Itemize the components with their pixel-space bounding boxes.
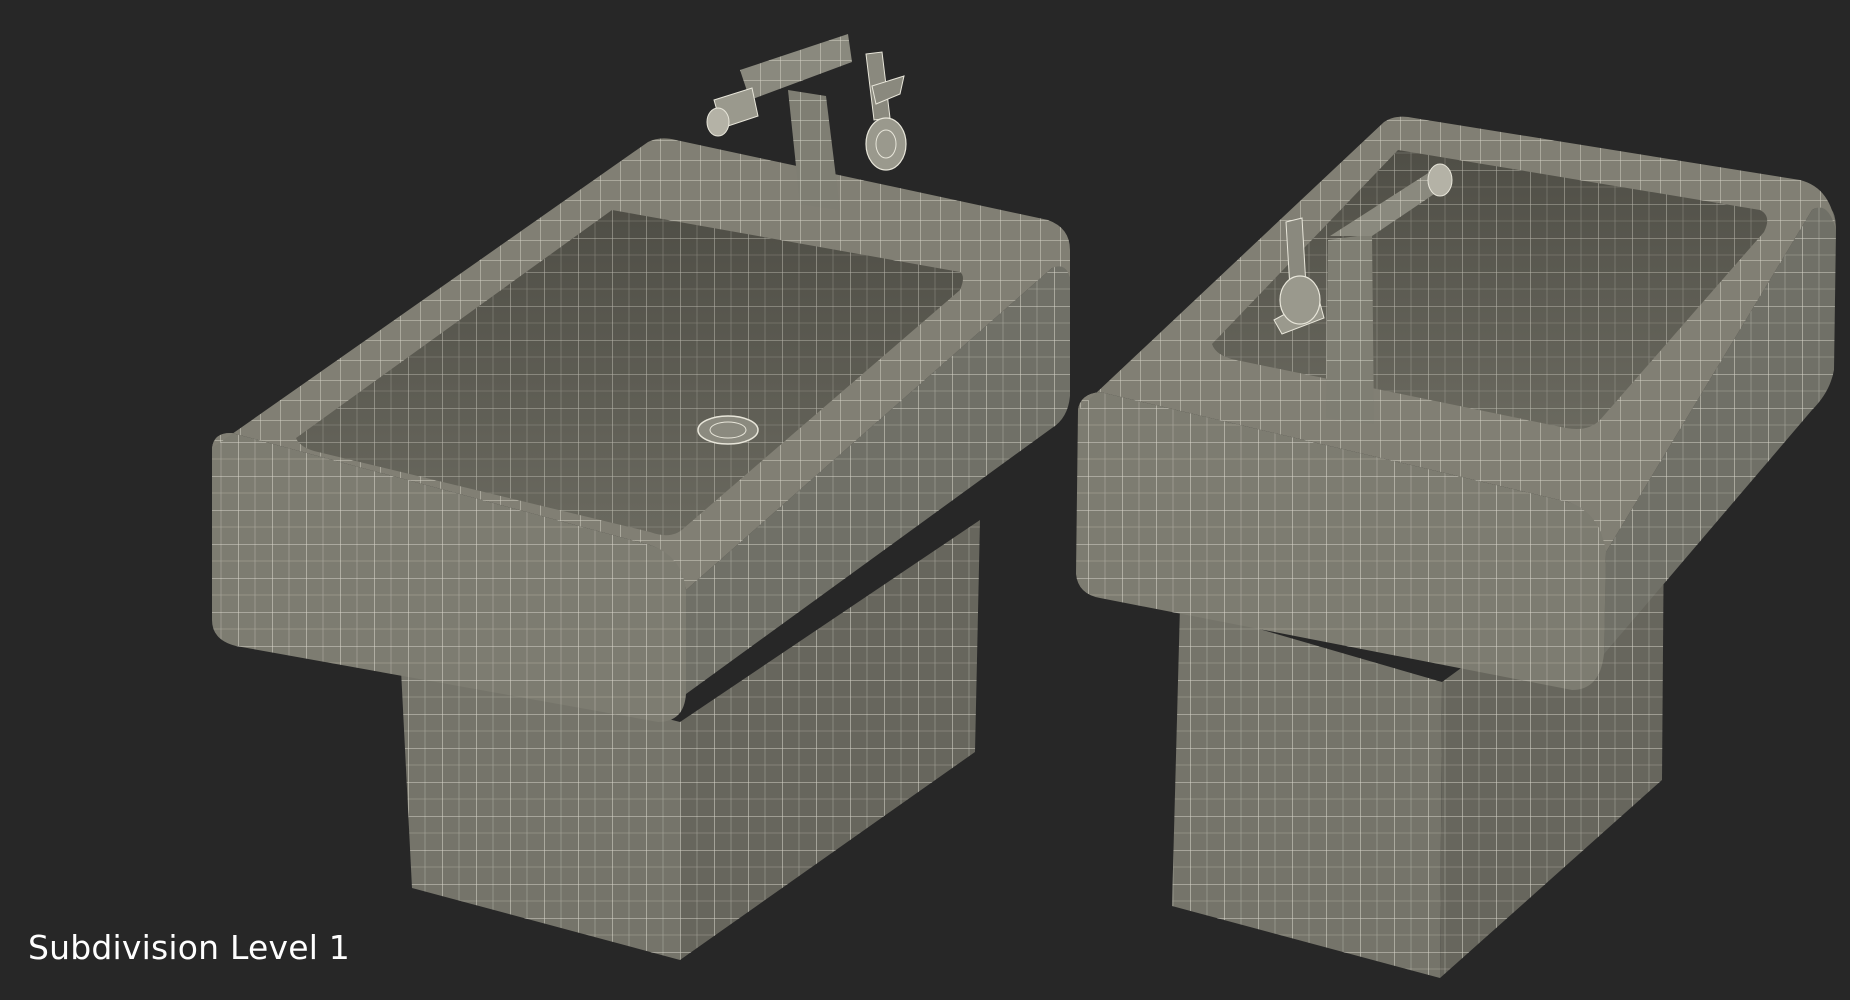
render-viewport: Subdivision Level 1 xyxy=(0,0,1850,1000)
bidet-front-view xyxy=(212,34,1070,960)
render-scene xyxy=(212,34,1836,978)
bidet-rear-view xyxy=(1076,116,1836,978)
drain xyxy=(697,415,759,445)
subdivision-level-label: Subdivision Level 1 xyxy=(28,928,350,967)
